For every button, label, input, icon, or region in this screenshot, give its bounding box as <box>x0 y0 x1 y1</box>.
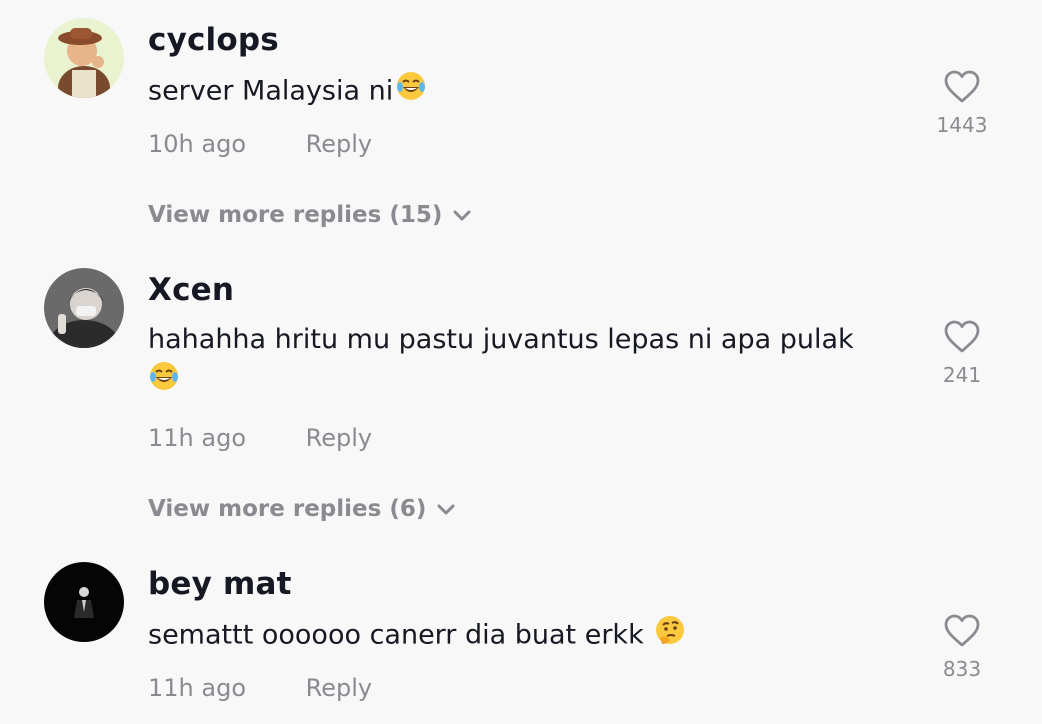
comment-text-body: server Malaysia ni <box>148 75 394 107</box>
avatar[interactable] <box>44 562 124 642</box>
comment-meta: 11h ago Reply <box>148 674 372 702</box>
avatar[interactable] <box>44 18 124 98</box>
view-more-label: View more replies (15) <box>148 202 443 228</box>
comment-timestamp: 10h ago <box>148 130 247 158</box>
comment-text: hahahha hritu mu pastu juvantus lepas ni… <box>148 320 888 404</box>
comment-text-body: hahahha hritu mu pastu juvantus lepas ni… <box>148 324 854 355</box>
comment-timestamp: 11h ago <box>148 424 247 452</box>
comment-username[interactable]: bey mat <box>148 566 292 602</box>
tears-of-joy-emoji <box>148 360 180 404</box>
like-button[interactable]: 241 <box>930 320 994 387</box>
avatar[interactable] <box>44 268 124 348</box>
tears-of-joy-emoji <box>395 70 427 114</box>
view-more-label: View more replies (6) <box>148 496 427 522</box>
like-count: 833 <box>942 657 982 681</box>
heart-outline-icon <box>930 320 994 354</box>
comment-text: semattt oooooo canerr dia buat erkk <box>148 614 888 658</box>
comment-username[interactable]: Xcen <box>148 272 234 308</box>
like-count: 1443 <box>936 113 988 137</box>
reply-button[interactable]: Reply <box>306 130 372 158</box>
reply-button[interactable]: Reply <box>306 424 372 452</box>
chevron-down-icon <box>452 203 472 229</box>
avatar-image <box>44 562 124 642</box>
heart-outline-icon <box>930 70 994 104</box>
avatar-image <box>44 18 124 98</box>
comment-text: server Malaysia ni <box>148 70 888 114</box>
like-count: 241 <box>942 363 982 387</box>
comment-meta: 11h ago Reply <box>148 424 372 452</box>
heart-outline-icon <box>930 614 994 648</box>
reply-button[interactable]: Reply <box>306 674 372 702</box>
avatar-image <box>44 268 124 348</box>
like-button[interactable]: 833 <box>930 614 994 681</box>
view-more-replies-button[interactable]: View more replies (6) <box>148 496 456 523</box>
like-button[interactable]: 1443 <box>930 70 994 137</box>
thinking-face-emoji <box>654 614 686 658</box>
view-more-replies-button[interactable]: View more replies (15) <box>148 202 472 229</box>
comment-text-body: semattt oooooo canerr dia buat erkk <box>148 619 644 651</box>
comment-timestamp: 11h ago <box>148 674 247 702</box>
comment-meta: 10h ago Reply <box>148 130 372 158</box>
comment-username[interactable]: cyclops <box>148 22 279 58</box>
chevron-down-icon <box>436 497 456 523</box>
